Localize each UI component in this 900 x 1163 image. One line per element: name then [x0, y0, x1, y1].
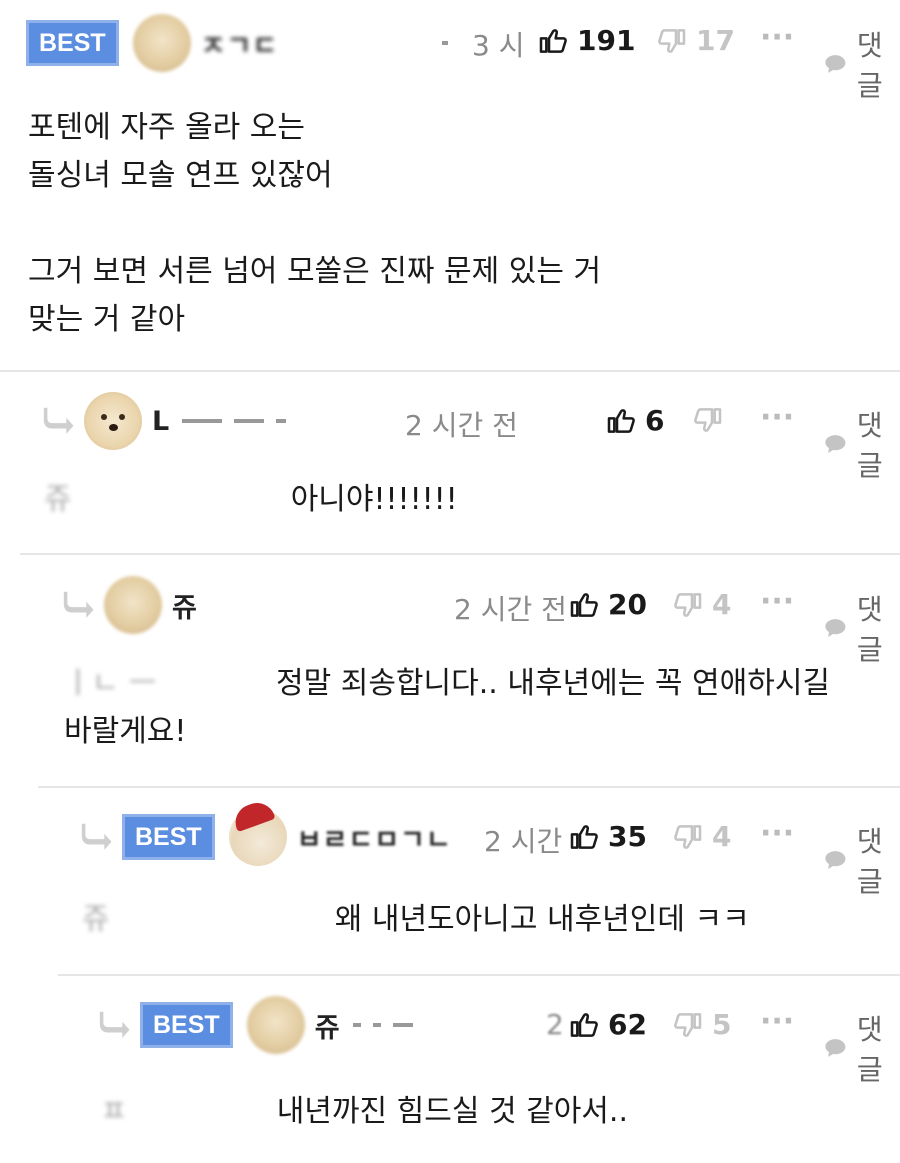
like-count: 6: [645, 404, 665, 437]
comment-line: 돌싱녀 모솔 연프 있잖어: [28, 158, 333, 193]
dislike-button[interactable]: [692, 404, 724, 436]
speech-bubble-icon: [822, 612, 849, 644]
more-options-button[interactable]: ···: [760, 1004, 794, 1039]
best-badge: BEST: [26, 20, 119, 66]
more-options-button[interactable]: ···: [760, 584, 794, 619]
reply-label: 댓글: [856, 825, 883, 898]
comment-text-line2: 바랄게요!: [64, 714, 187, 749]
more-options-button[interactable]: ···: [760, 400, 794, 435]
reply-button[interactable]: 댓글: [822, 588, 900, 668]
reply-arrow-icon: [98, 1010, 134, 1040]
like-button[interactable]: 6: [605, 404, 664, 437]
reply-label: 댓글: [856, 1013, 883, 1086]
reply-button[interactable]: 댓글: [822, 820, 900, 900]
like-button[interactable]: 191: [537, 24, 635, 57]
thumbs-up-icon: [568, 1009, 600, 1041]
username[interactable]: ㅈㄱㄷ: [201, 24, 279, 63]
divider: [0, 370, 900, 372]
comment-text: 왜 내년도아니고 내후년인데 ㅋㅋ: [334, 902, 750, 937]
reply-button[interactable]: 댓글: [822, 24, 900, 104]
reply-button[interactable]: 댓글: [822, 1008, 900, 1088]
reply-arrow-icon: [80, 822, 116, 852]
thumbs-down-icon: [692, 404, 724, 436]
username[interactable]: 쥬: [315, 1006, 341, 1045]
dislike-count: 4: [712, 820, 732, 853]
more-options-button[interactable]: ···: [760, 816, 794, 851]
comment-text: 정말 죄송합니다.. 내후년에는 꼭 연애하시길: [276, 666, 831, 701]
thumbs-down-icon: [672, 589, 704, 621]
comment-header: 쥬: [62, 576, 204, 634]
reply-label: 댓글: [856, 29, 883, 102]
username[interactable]: L: [152, 406, 170, 437]
comment-body: 포텐에 자주 올라 오는 돌싱녀 모솔 연프 있잖어 그거 보면 서른 넘어 모…: [28, 104, 601, 344]
comment-body: ㅍ 내년까진 힘드실 것 같아서..: [100, 1088, 628, 1136]
comment-text: 내년까진 힘드실 것 같아서..: [276, 1094, 628, 1129]
comment-line: 포텐에 자주 올라 오는: [28, 110, 306, 145]
best-badge: BEST: [122, 814, 215, 860]
speech-bubble-icon: [822, 1032, 849, 1064]
avatar[interactable]: [84, 392, 142, 450]
reply-arrow-icon: [42, 406, 78, 436]
dislike-button[interactable]: 4: [672, 588, 731, 621]
dislike-button[interactable]: 5: [672, 1008, 731, 1041]
avatar[interactable]: [246, 996, 305, 1054]
avatar[interactable]: [228, 808, 287, 866]
speech-bubble-icon: [822, 48, 849, 80]
thumbs-up-icon: [568, 821, 600, 853]
timestamp: 3 시: [472, 29, 525, 62]
comment-header: BEST ㅈㄱㄷ: [26, 14, 454, 72]
comment-header: L: [42, 392, 292, 450]
like-count: 20: [608, 588, 647, 621]
reply-button[interactable]: 댓글: [822, 404, 900, 484]
comment-header: BEST ㅂㄹㄷㅁㄱㄴ: [80, 808, 458, 866]
comment-line: [28, 200, 601, 248]
mention-tag[interactable]: 쥬: [44, 482, 72, 517]
timestamp: 2 시간 전: [454, 593, 564, 626]
mention-tag[interactable]: 쥬: [82, 902, 110, 937]
speech-bubble-icon: [822, 428, 849, 460]
like-button[interactable]: 20: [568, 588, 647, 621]
comment-body: ㅣㄴ ㅡ 정말 죄송합니다.. 내후년에는 꼭 연애하시길 바랄게요!: [64, 660, 900, 756]
comment-line: 그거 보면 서른 넘어 모쏠은 진짜 문제 있는 거: [28, 254, 602, 289]
thumbs-up-icon: [605, 405, 637, 437]
thumbs-up-icon: [537, 25, 569, 57]
timestamp: 2: [546, 1008, 564, 1041]
like-count: 191: [577, 24, 636, 57]
dislike-button[interactable]: 4: [672, 820, 731, 853]
avatar[interactable]: [132, 14, 191, 72]
avatar[interactable]: [104, 576, 162, 634]
timestamp: 2 시간: [484, 825, 563, 858]
dislike-count: 5: [712, 1008, 732, 1041]
reply-label: 댓글: [856, 593, 883, 666]
reply-arrow-icon: [62, 590, 98, 620]
comment-header: BEST 쥬: [98, 996, 419, 1054]
divider: [20, 553, 900, 555]
comment-text: 아니야!!!!!!!: [290, 482, 458, 517]
comment-line: 맞는 거 같아: [28, 302, 186, 337]
mention-tag[interactable]: ㅍ: [100, 1094, 128, 1129]
dislike-count: 4: [712, 588, 732, 621]
speech-bubble-icon: [822, 844, 849, 876]
reply-label: 댓글: [856, 409, 883, 482]
username[interactable]: 쥬: [172, 586, 198, 625]
thumbs-down-icon: [672, 1009, 704, 1041]
dislike-button[interactable]: 17: [656, 24, 735, 57]
like-button[interactable]: 62: [568, 1008, 647, 1041]
like-button[interactable]: 35: [568, 820, 647, 853]
like-count: 62: [608, 1008, 647, 1041]
best-badge: BEST: [140, 1002, 233, 1048]
comment-body: 쥬 왜 내년도아니고 내후년인데 ㅋㅋ: [82, 896, 750, 944]
thumbs-down-icon: [672, 821, 704, 853]
dislike-count: 17: [696, 24, 735, 57]
username[interactable]: ㅂㄹㄷㅁㄱㄴ: [297, 818, 452, 857]
like-count: 35: [608, 820, 647, 853]
more-options-button[interactable]: ···: [760, 20, 794, 55]
divider: [38, 786, 900, 788]
timestamp: 2 시간 전: [405, 409, 518, 442]
thumbs-up-icon: [568, 589, 600, 621]
comment-body: 쥬 아니야!!!!!!!: [44, 476, 458, 524]
thumbs-down-icon: [656, 25, 688, 57]
divider: [58, 974, 900, 976]
